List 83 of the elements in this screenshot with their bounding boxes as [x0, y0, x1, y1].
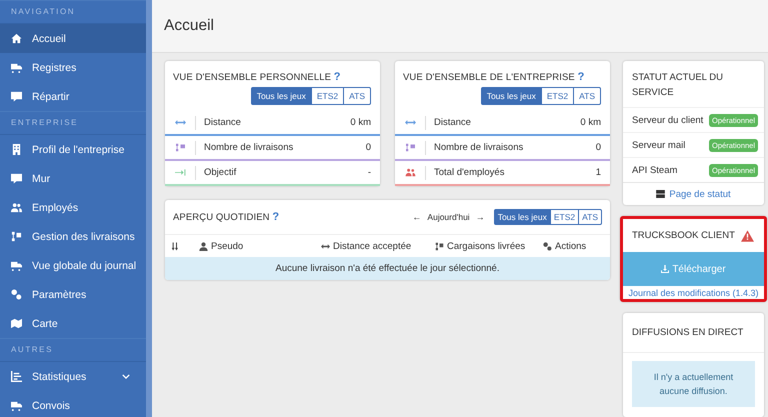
- card-title: STATUT ACTUEL DU SERVICE: [631, 71, 724, 100]
- building-icon: [11, 144, 22, 155]
- chart-icon: [11, 371, 22, 382]
- user-icon: [199, 242, 208, 250]
- route-icon: [174, 143, 186, 152]
- stat-value: 0: [366, 142, 372, 153]
- arrow-to-line-icon: [174, 168, 186, 177]
- users-icon: [404, 168, 416, 177]
- info-message: Il n'y a actuellement aucune diffusion.: [632, 361, 755, 407]
- truck-icon: [11, 260, 22, 271]
- sort-icon[interactable]: [171, 242, 179, 250]
- arrows-icon: [174, 118, 186, 127]
- route-icon: [435, 242, 444, 250]
- section-heading: AUTRES: [0, 338, 146, 362]
- game-filter-tab[interactable]: ETS2: [310, 87, 344, 105]
- sidebar-item[interactable]: Gestion des livraisons: [0, 222, 146, 251]
- section-heading: ENTREPRISE: [0, 111, 146, 135]
- game-filter-tab[interactable]: Tous les jeux: [250, 87, 312, 105]
- download-icon: [661, 265, 670, 273]
- comment-icon: [11, 173, 22, 184]
- changelog-link[interactable]: Journal des modifications (1.4.3): [623, 286, 764, 299]
- game-filter-tab[interactable]: Tous les jeux: [494, 209, 551, 225]
- arrows-icon: [321, 242, 330, 250]
- game-filter-tab[interactable]: ETS2: [540, 87, 574, 105]
- stat-label: Distance: [204, 117, 242, 128]
- game-filter-tab[interactable]: ATS: [343, 87, 371, 105]
- sidebar-item[interactable]: Accueil: [0, 24, 146, 53]
- card-title: VUE D'ENSEMBLE DE L'ENTREPRISE: [403, 72, 575, 83]
- warning-icon: [741, 230, 754, 242]
- chevron-icon: [122, 374, 130, 379]
- stat-label: Distance: [434, 117, 472, 128]
- day-label: Aujourd'hui: [426, 212, 471, 222]
- game-filter-tab[interactable]: ETS2: [550, 209, 580, 225]
- card-title: VUE D'ENSEMBLE PERSONNELLE: [173, 72, 332, 83]
- game-filter-tab[interactable]: ATS: [578, 209, 602, 225]
- stat-value: 0 km: [350, 117, 372, 128]
- help-link[interactable]: ?: [334, 71, 341, 83]
- sidebar-item[interactable]: Employés: [0, 193, 146, 222]
- sidebar-item[interactable]: Convois: [0, 391, 146, 417]
- stat-label: Nombre de livraisons: [204, 142, 294, 153]
- chat-icon: [11, 91, 22, 102]
- sidebar-item[interactable]: Registres: [0, 53, 146, 82]
- service-name: Serveur du client: [632, 114, 704, 126]
- column-header[interactable]: Distance acceptée: [321, 240, 435, 252]
- route-icon: [404, 143, 416, 152]
- sidebar-item[interactable]: Mur: [0, 164, 146, 193]
- map-icon: [11, 318, 22, 329]
- route-icon: [11, 231, 22, 242]
- truck-icon: [11, 62, 22, 73]
- sidebar-item[interactable]: Carte: [0, 309, 146, 338]
- status-page-link[interactable]: Page de statut: [623, 182, 764, 205]
- card-title: DIFFUSIONS EN DIRECT: [623, 313, 764, 353]
- card-title: APERÇU QUOTIDIEN: [173, 212, 270, 223]
- page-title: Accueil: [164, 17, 214, 35]
- sidebar-item[interactable]: Répartir: [0, 82, 146, 111]
- stat-value: 0: [596, 142, 602, 153]
- sidebar-item[interactable]: Statistiques: [0, 362, 146, 391]
- truck-icon: [11, 400, 22, 411]
- sidebar-item[interactable]: Paramètres: [0, 280, 146, 309]
- card-title: TRUCKSBOOK CLIENT: [632, 230, 735, 241]
- stat-label: Objectif: [204, 167, 238, 178]
- stat-value: -: [368, 167, 372, 178]
- sidebar-item[interactable]: Profil de l'entreprise: [0, 135, 146, 164]
- column-header[interactable]: Pseudo: [199, 240, 321, 252]
- home-icon: [11, 33, 22, 44]
- stat-value: 0 km: [580, 117, 602, 128]
- arrows-icon: [404, 118, 416, 127]
- service-name: API Steam: [632, 164, 678, 176]
- service-name: Serveur mail: [632, 140, 686, 150]
- server-icon: [656, 190, 666, 198]
- empty-message: Aucune livraison n'a été effectuée le jour sélectionné.: [165, 257, 610, 280]
- column-header[interactable]: Actions: [543, 240, 586, 252]
- game-filter-tab[interactable]: Tous les jeux: [480, 87, 542, 105]
- stat-label: Total d'employés: [434, 167, 506, 178]
- stat-label: Nombre de livraisons: [434, 142, 524, 153]
- sidebar-item[interactable]: Vue globale du journal: [0, 251, 146, 280]
- users-icon: [11, 202, 22, 213]
- column-header[interactable]: Cargaisons livrées: [435, 240, 543, 252]
- scrollbar[interactable]: [146, 0, 152, 417]
- help-link[interactable]: ?: [578, 71, 584, 83]
- game-filter-tab[interactable]: ATS: [573, 87, 601, 105]
- stat-value: 1: [596, 167, 602, 178]
- help-link[interactable]: ?: [272, 211, 280, 223]
